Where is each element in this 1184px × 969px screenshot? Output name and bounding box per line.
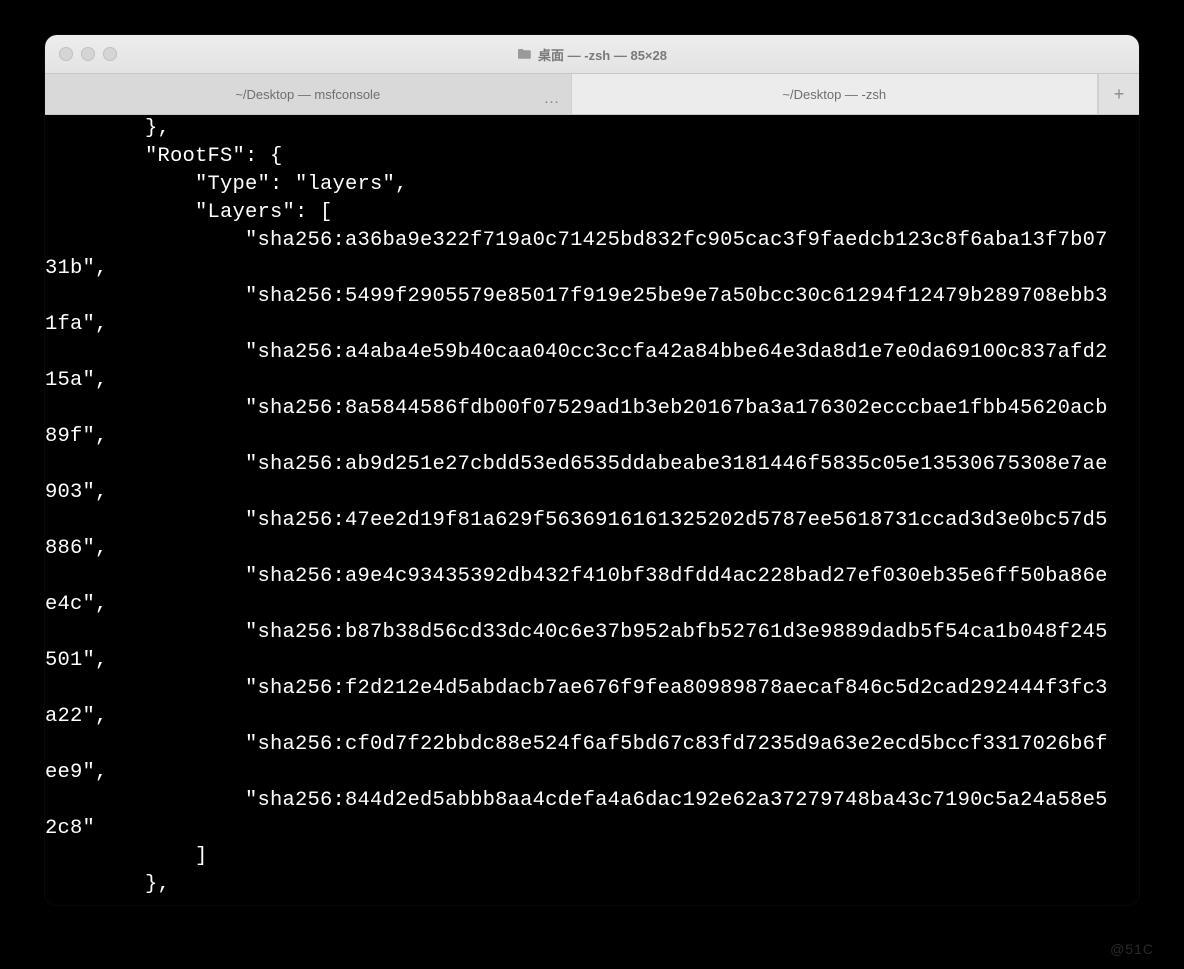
watermark: @51C​ <box>1110 941 1154 957</box>
zoom-button[interactable] <box>103 47 117 61</box>
tab-label: ~/Desktop — msfconsole <box>235 87 380 102</box>
tab-msfconsole[interactable]: ~/Desktop — msfconsole … <box>45 74 572 114</box>
terminal-window: 桌面 — -zsh — 85×28 ~/Desktop — msfconsole… <box>45 35 1139 905</box>
titlebar: 桌面 — -zsh — 85×28 <box>45 35 1139 74</box>
close-button[interactable] <box>59 47 73 61</box>
folder-icon <box>517 48 532 60</box>
traffic-lights <box>59 47 117 61</box>
plus-icon: + <box>1114 84 1125 105</box>
window-title-text: 桌面 — -zsh — 85×28 <box>538 45 667 64</box>
window-title: 桌面 — -zsh — 85×28 <box>45 45 1139 64</box>
minimize-button[interactable] <box>81 47 95 61</box>
tab-label: ~/Desktop — -zsh <box>782 87 886 102</box>
tab-bar: ~/Desktop — msfconsole … ~/Desktop — -zs… <box>45 74 1139 115</box>
tab-overflow-icon[interactable]: … <box>544 90 561 108</box>
terminal-content[interactable]: }, "RootFS": { "Type": "layers", "Layers… <box>45 115 1139 905</box>
tab-zsh[interactable]: ~/Desktop — -zsh <box>572 74 1099 114</box>
new-tab-button[interactable]: + <box>1098 74 1139 114</box>
